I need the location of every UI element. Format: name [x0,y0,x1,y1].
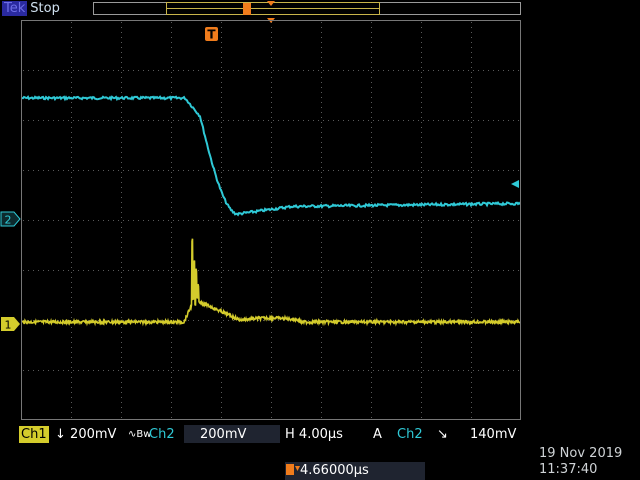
trigger-offset-icon [286,464,300,475]
time-readout: 11:37:40 [539,462,598,477]
horizontal-scale-value: 4.00µs [298,427,343,442]
trigger-position-arrow-icon [267,1,275,6]
record-trigger-icon [243,3,251,15]
ch1-scale-readout: ↓ 200mV [55,426,116,443]
svg-text:1: 1 [5,319,12,332]
graticule-frame [21,20,521,420]
ch1-coupling-icon: ↓ [55,427,66,442]
oscilloscope-screen: Tek Stop T 2 1 Ch1 ↓ 200mV ∿Bw Ch2 200mV… [0,0,640,480]
svg-text:2: 2 [5,214,12,227]
trigger-level-value[interactable]: 140mV [470,426,516,443]
horizontal-label: H [285,427,295,442]
ch2-label[interactable]: Ch2 [149,426,175,443]
date-readout: 19 Nov 2019 [539,446,623,461]
horizontal-scale-readout[interactable]: H 4.00µs [285,426,343,443]
trigger-source[interactable]: Ch2 [397,426,423,443]
ch1-scale-value: 200mV [70,427,117,442]
bandwidth-limit-icon: ∿Bw [128,429,152,440]
trigger-position-value: 4.66000µs [300,463,369,478]
ch2-scale-value: 200mV [200,427,247,442]
ch1-ground-marker[interactable]: 1 [1,317,20,332]
trigger-mode: A [373,427,382,442]
ch2-ground-marker[interactable]: 2 [0,211,21,227]
trigger-slope-icon: ↘ [437,427,448,442]
ch1-label[interactable]: Ch1 [19,426,49,443]
